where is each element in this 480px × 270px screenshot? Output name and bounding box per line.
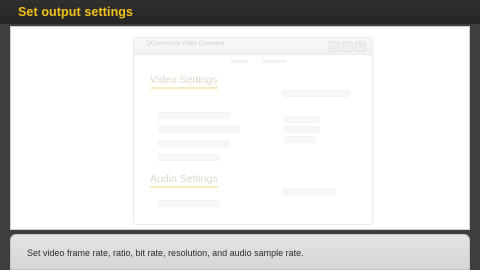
window-controls: _ □ × <box>327 41 366 59</box>
close-button[interactable]: × <box>355 41 366 52</box>
app-window: QCommerce Video Converter _ □ × General Co… <box>133 37 373 225</box>
size-dropdown[interactable] <box>282 90 350 97</box>
tab-general[interactable]: General <box>230 59 248 65</box>
window-title: QCommerce Video Converter <box>146 41 225 47</box>
audio-settings-heading: Audio Settings <box>150 173 218 188</box>
frame-rate-field[interactable] <box>158 112 230 119</box>
ratio-field[interactable] <box>158 126 240 133</box>
window-tabs: General Conversion <box>230 59 298 65</box>
resolution-field[interactable] <box>158 154 220 161</box>
sample-rate-dropdown[interactable] <box>282 188 336 195</box>
caption-panel: Set video frame rate, ratio, bit rate, r… <box>10 234 470 270</box>
tutorial-stage: QCommerce Video Converter _ □ × General Co… <box>10 26 470 230</box>
header-bar: Set output settings <box>0 0 480 24</box>
caption-text: Set video frame rate, ratio, bit rate, r… <box>27 248 304 258</box>
page-title: Set output settings <box>18 5 134 19</box>
tab-conversion[interactable]: Conversion <box>261 59 286 65</box>
height-field[interactable] <box>284 126 320 133</box>
maximize-button[interactable]: □ <box>342 41 353 52</box>
window-titlebar: QCommerce Video Converter _ □ × <box>134 38 372 55</box>
bit-rate-field[interactable] <box>158 140 230 147</box>
custom-field[interactable] <box>284 136 316 143</box>
video-settings-heading: Video Settings <box>150 74 218 89</box>
audio-field[interactable] <box>158 200 220 207</box>
width-field[interactable] <box>284 116 320 123</box>
minimize-button[interactable]: _ <box>329 41 340 52</box>
